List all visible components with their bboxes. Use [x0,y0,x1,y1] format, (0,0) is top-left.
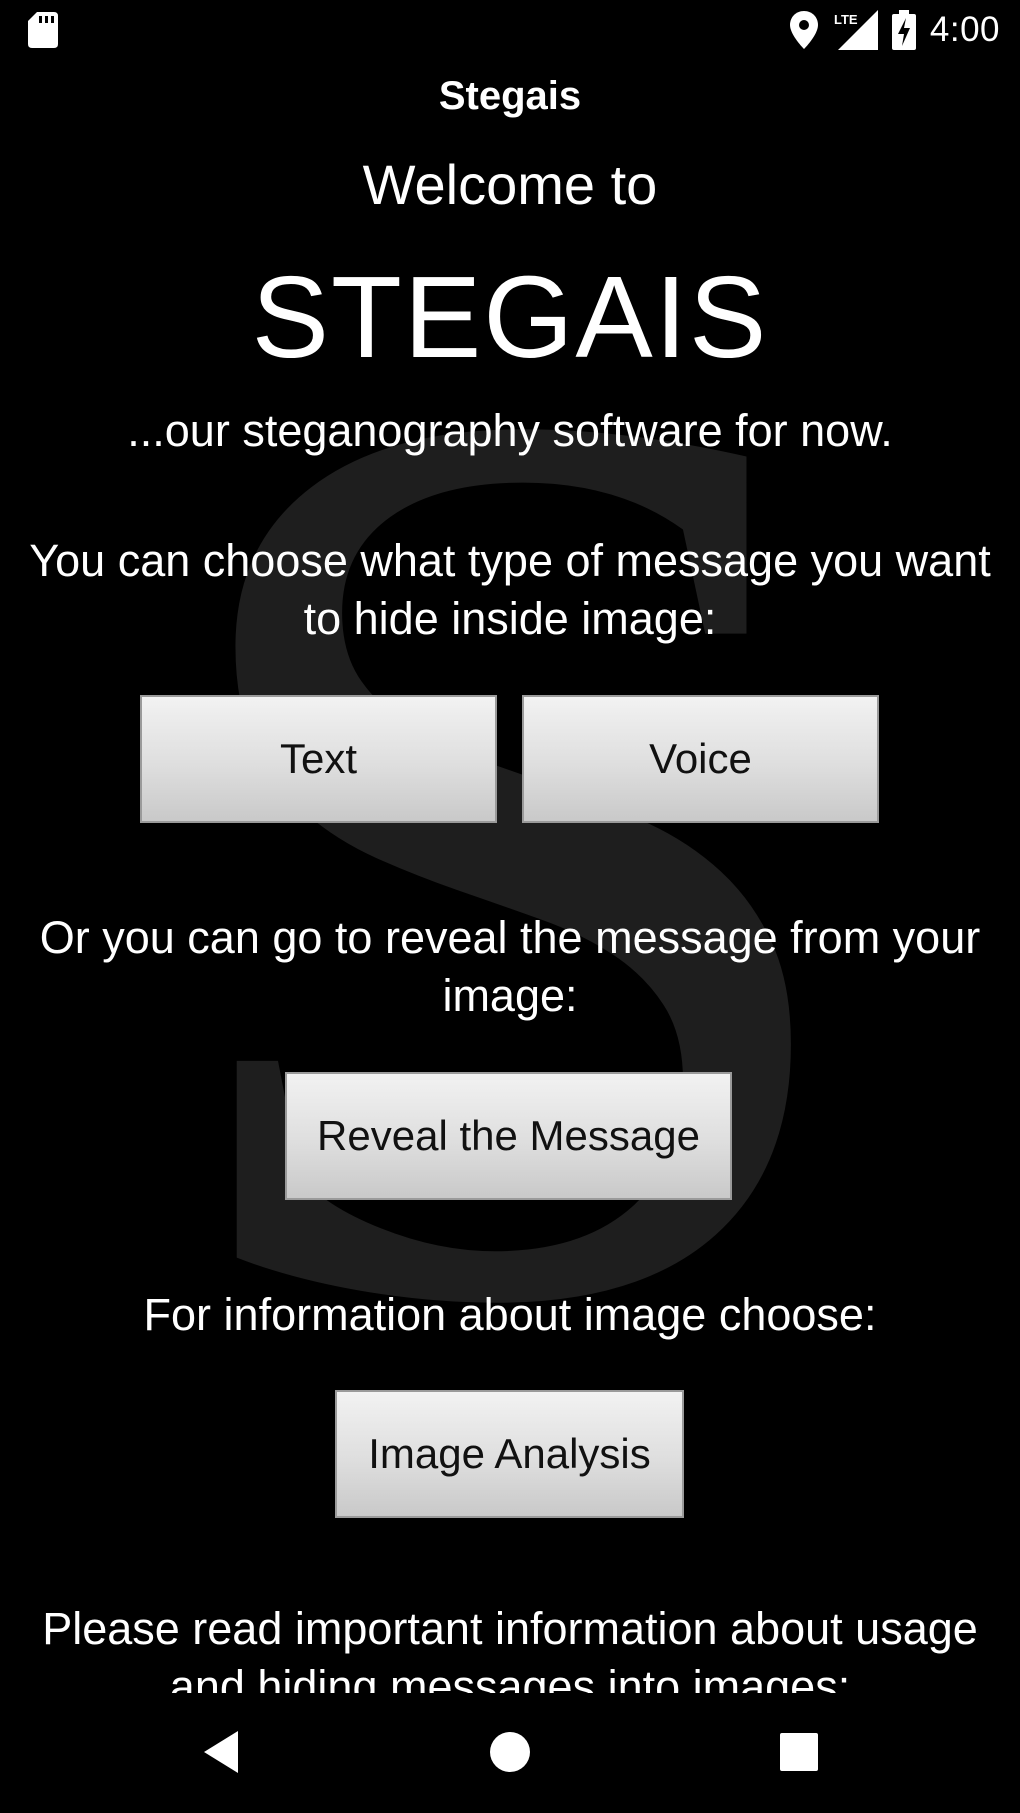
status-icons: LTE 4:00 [789,8,1000,52]
image-analysis-button[interactable]: Image Analysis [335,1390,684,1518]
s-watermark-logo: S [160,290,860,1440]
app-name-heading: STEGAIS [251,252,769,382]
image-info-text: For information about image choose: [143,1289,877,1340]
svg-text:S: S [160,290,860,1440]
main-scroll-view[interactable]: S Welcome to STEGAIS ...our steganograph… [0,140,1020,1693]
battery-charging-icon [891,10,916,50]
text-button[interactable]: Text [140,695,497,823]
app-title: Stegais [438,74,582,118]
recents-icon[interactable] [774,1727,824,1777]
signal-icon: LTE [834,10,878,50]
reveal-instructions-text: Or you can go to reveal the message from… [39,912,981,1021]
location-icon [789,11,818,49]
status-bar: LTE 4:00 [0,0,1020,62]
sd-card-icon [28,12,58,48]
status-time: 4:00 [929,10,1000,49]
welcome-heading: Welcome to [362,153,658,216]
home-icon[interactable] [485,1727,535,1777]
important-info-text: Please read important information about … [42,1603,978,1693]
network-type-label: LTE [834,12,858,27]
reveal-message-button[interactable]: Reveal the Message [285,1072,732,1200]
choose-message-type-text: You can choose what type of message you … [29,535,991,644]
navigation-bar [0,1693,1020,1813]
back-icon[interactable] [196,1727,246,1777]
voice-button[interactable]: Voice [522,695,879,823]
tagline: ...our steganography software for now. [127,405,893,456]
